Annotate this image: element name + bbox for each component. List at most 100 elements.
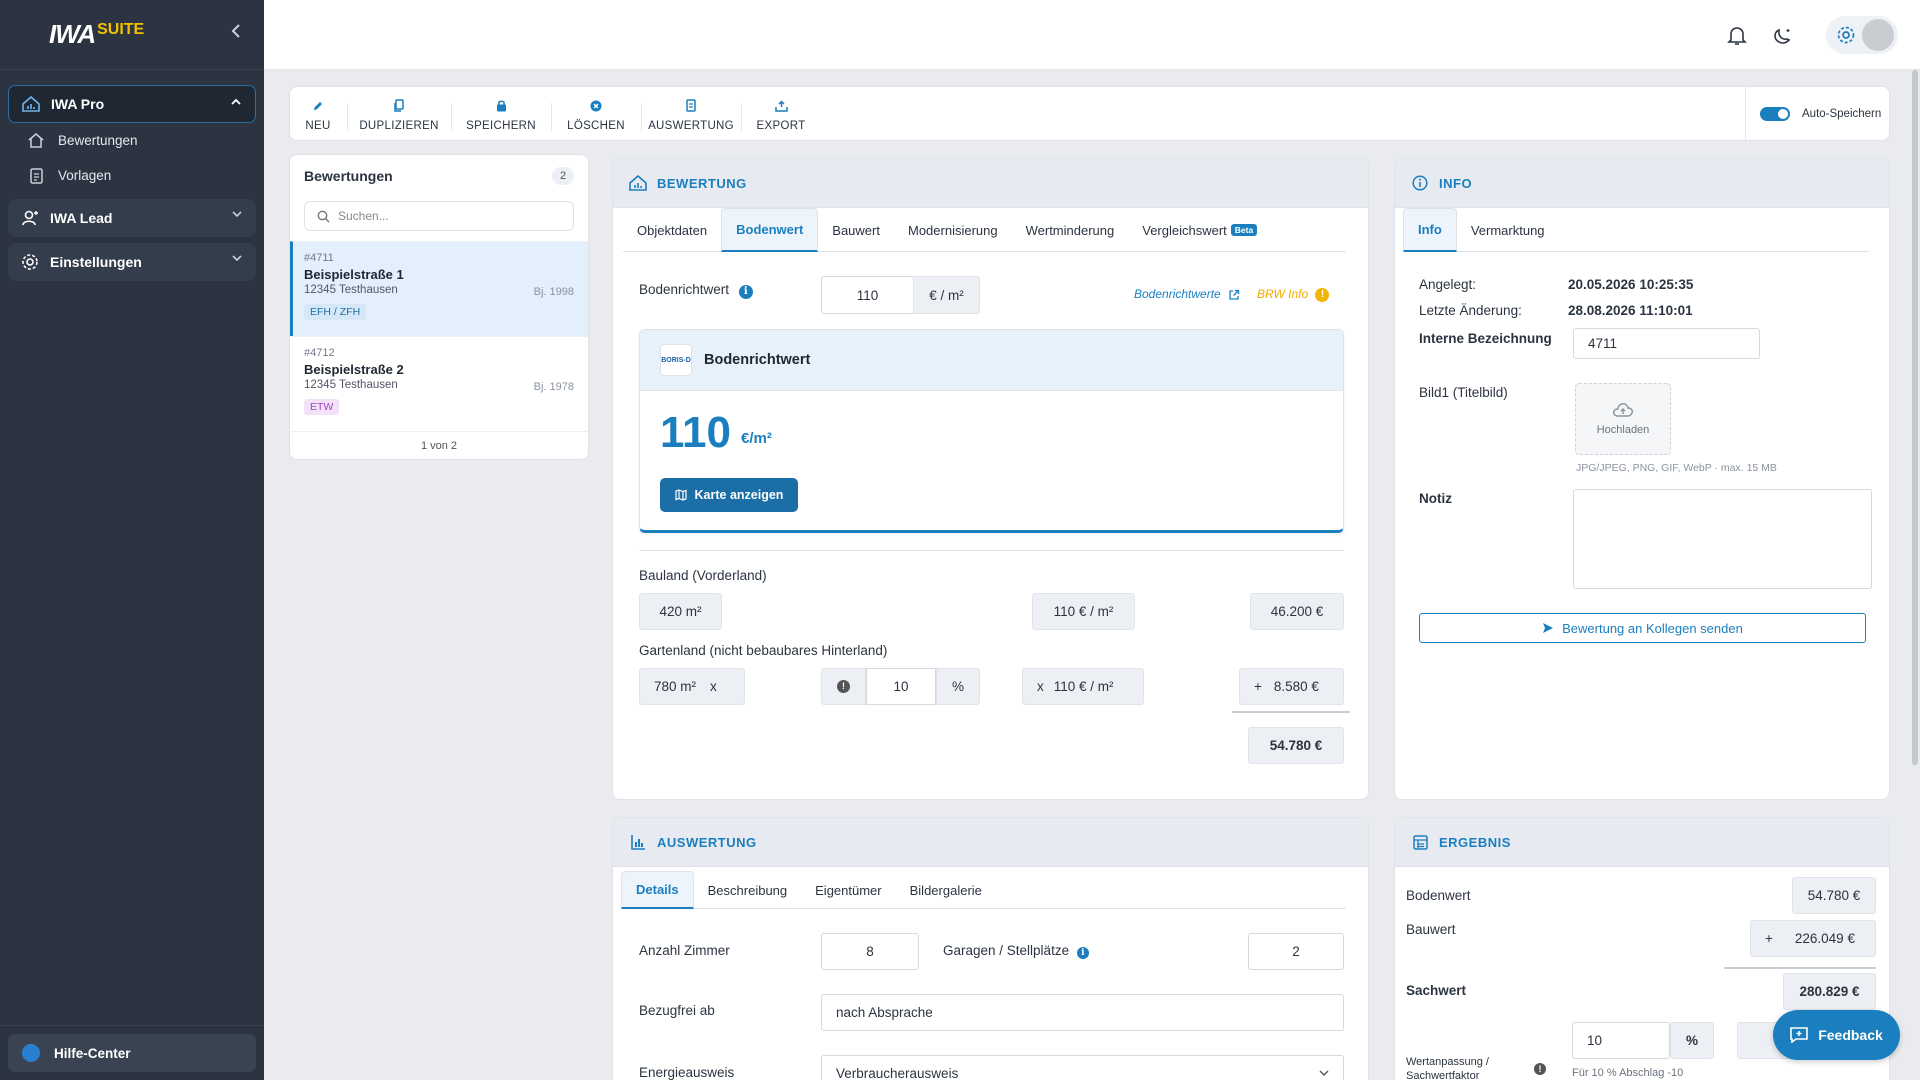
export-icon bbox=[774, 98, 788, 114]
house-chart-icon bbox=[21, 94, 41, 114]
duplicate-label: DUPLIZIEREN bbox=[359, 119, 439, 132]
report-icon bbox=[686, 98, 696, 114]
delete-icon bbox=[590, 98, 602, 114]
auswertung-button[interactable]: AUSWERTUNG bbox=[641, 87, 741, 142]
gear-icon bbox=[20, 252, 40, 272]
upload-hint: JPG/JPEG, PNG, GIF, WebP · max. 15 MB bbox=[1576, 462, 1777, 474]
boris-value: 110 bbox=[660, 408, 731, 457]
percent-info-icon[interactable]: ! bbox=[821, 668, 866, 705]
export-button[interactable]: EXPORT bbox=[741, 87, 821, 142]
nav-einstellungen-label: Einstellungen bbox=[50, 254, 142, 270]
info-icon[interactable]: i bbox=[1076, 947, 1089, 959]
logo: IWA SUITE bbox=[0, 0, 264, 70]
document-icon bbox=[28, 167, 44, 184]
tab-bildergalerie[interactable]: Bildergalerie bbox=[896, 871, 996, 909]
autosave-switch[interactable] bbox=[1760, 106, 1790, 121]
settings-toggle[interactable] bbox=[1826, 16, 1898, 54]
list-header: Bewertungen 2 bbox=[290, 155, 588, 197]
autosave-toggle[interactable]: Auto-Speichern bbox=[1745, 87, 1889, 140]
duplicate-button[interactable]: DUPLIZIEREN bbox=[347, 87, 451, 142]
info-icon[interactable]: i bbox=[738, 285, 753, 299]
garages-input[interactable]: 2 bbox=[1248, 933, 1344, 970]
avatar[interactable] bbox=[1862, 19, 1894, 51]
send-button-label: Bewertung an Kollegen senden bbox=[1562, 620, 1743, 636]
energy-select[interactable]: Verbraucherausweis bbox=[821, 1055, 1344, 1080]
garages-label-text: Garagen / Stellplätze bbox=[943, 943, 1070, 958]
send-icon bbox=[1542, 622, 1554, 634]
nav-iwa-pro[interactable]: IWA Pro bbox=[8, 85, 256, 123]
tab-bauwert[interactable]: Bauwert bbox=[818, 208, 894, 252]
tab-vermarktung[interactable]: Vermarktung bbox=[1457, 208, 1559, 252]
info-icon[interactable]: ! bbox=[1534, 1063, 1546, 1075]
ergebnis-header: ERGEBNIS bbox=[1395, 818, 1889, 867]
send-to-colleague-button[interactable]: Bewertung an Kollegen senden bbox=[1419, 613, 1866, 643]
moon-icon[interactable] bbox=[1772, 24, 1794, 46]
home-icon bbox=[28, 133, 44, 149]
note-textarea[interactable] bbox=[1573, 489, 1872, 589]
internal-input[interactable]: 4711 bbox=[1573, 328, 1760, 359]
tab-objektdaten[interactable]: Objektdaten bbox=[623, 208, 721, 252]
garages-label: Garagen / Stellplätze i bbox=[943, 943, 1089, 959]
changed-value: 28.08.2026 11:10:01 bbox=[1568, 303, 1693, 318]
tab-vergleichswert[interactable]: Vergleichswert Beta bbox=[1128, 208, 1271, 252]
gartenland-percent-input[interactable]: 10 bbox=[866, 668, 936, 705]
gartenland-price-value: 110 € / m² bbox=[1053, 679, 1114, 694]
sidebar-item-vorlagen[interactable]: Vorlagen bbox=[8, 158, 256, 193]
tab-info[interactable]: Info bbox=[1403, 208, 1457, 252]
brw-input[interactable]: 110 bbox=[821, 276, 913, 314]
brw-unit: € / m² bbox=[913, 276, 980, 314]
sidebar-item-bewertungen[interactable]: Bewertungen bbox=[8, 123, 256, 158]
save-button[interactable]: SPEICHERN bbox=[451, 87, 551, 142]
tab-details[interactable]: Details bbox=[621, 871, 694, 909]
multiply-sign: x bbox=[1037, 679, 1044, 694]
tab-wertminderung[interactable]: Wertminderung bbox=[1012, 208, 1129, 252]
brw-label: Bodenrichtwert i bbox=[639, 282, 753, 299]
tab-vergleichswert-label: Vergleichswert bbox=[1142, 222, 1227, 238]
tab-bodenwert[interactable]: Bodenwert bbox=[721, 208, 819, 252]
image-upload[interactable]: Hochladen bbox=[1575, 383, 1671, 455]
list-item[interactable]: #4712 Beispielstraße 2 12345 Testhausen … bbox=[290, 336, 588, 431]
ergebnis-bauwert-value: 226.049 € bbox=[1794, 931, 1855, 946]
external-link-icon bbox=[1228, 289, 1240, 301]
search-input[interactable]: Suchen... bbox=[304, 201, 574, 231]
internal-label: Interne Bezeichnung bbox=[1419, 331, 1552, 346]
help-center-button[interactable]: Hilfe-Center bbox=[8, 1034, 256, 1072]
bodenrichtwerte-link[interactable]: Bodenrichtwerte bbox=[1134, 287, 1240, 301]
list-item-street: Beispielstraße 2 bbox=[304, 362, 404, 377]
autosave-label: Auto-Speichern bbox=[1802, 107, 1882, 120]
copy-icon bbox=[393, 98, 405, 114]
boris-title: Bodenrichtwert bbox=[704, 352, 811, 368]
tab-modernisierung[interactable]: Modernisierung bbox=[894, 208, 1012, 252]
brw-info-link[interactable]: BRW Info ! bbox=[1257, 287, 1330, 302]
beta-badge: Beta bbox=[1230, 224, 1258, 236]
collapse-sidebar-icon[interactable] bbox=[226, 24, 246, 44]
tab-eigentuemer[interactable]: Eigentümer bbox=[801, 871, 895, 909]
brw-label-text: Bodenrichtwert bbox=[639, 282, 730, 297]
auswertung-header: AUSWERTUNG bbox=[613, 818, 1368, 867]
rooms-input[interactable]: 8 bbox=[821, 933, 919, 970]
bell-icon[interactable] bbox=[1726, 24, 1748, 46]
chat-icon bbox=[1790, 1027, 1809, 1043]
pencil-icon bbox=[312, 98, 324, 114]
pagination: 1 von 2 bbox=[290, 431, 588, 459]
bewertung-tabs: Objektdaten Bodenwert Bauwert Modernisie… bbox=[623, 208, 1346, 252]
sidebar-divider bbox=[0, 1025, 264, 1026]
bodenwert-sum: 54.780 € bbox=[1248, 727, 1344, 764]
bauland-area: 420 m² bbox=[639, 593, 722, 630]
info-tabs: Info Vermarktung bbox=[1403, 208, 1869, 252]
nav-einstellungen[interactable]: Einstellungen bbox=[8, 243, 256, 281]
feedback-button[interactable]: Feedback bbox=[1773, 1010, 1900, 1060]
tab-beschreibung[interactable]: Beschreibung bbox=[694, 871, 802, 909]
gartenland-area-value: 780 m² bbox=[654, 679, 697, 694]
new-button[interactable]: NEU bbox=[290, 87, 346, 142]
list-item[interactable]: #4711 Beispielstraße 1 12345 Testhausen … bbox=[290, 241, 588, 336]
boris-panel: BORIS-D Bodenrichtwert 110 €/m² Karte an… bbox=[639, 329, 1344, 533]
nav-iwa-lead[interactable]: IWA Lead bbox=[8, 199, 256, 237]
bauland-price: 110 € / m² bbox=[1032, 593, 1135, 630]
scrollbar[interactable] bbox=[1912, 70, 1918, 765]
anpassung-percent-input[interactable]: 10 bbox=[1572, 1022, 1670, 1059]
free-input[interactable]: nach Absprache bbox=[821, 994, 1344, 1031]
delete-button[interactable]: LÖSCHEN bbox=[551, 87, 641, 142]
show-map-button[interactable]: Karte anzeigen bbox=[660, 478, 798, 512]
chevron-down-icon bbox=[1319, 1070, 1329, 1077]
